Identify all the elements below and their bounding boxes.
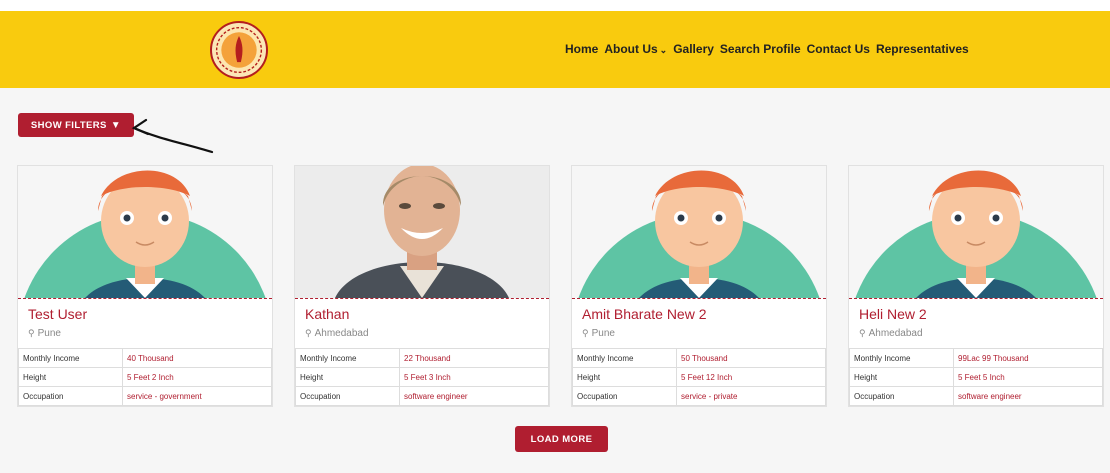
nav-gallery[interactable]: Gallery [673,42,714,56]
nav-search-profile[interactable]: Search Profile [720,42,801,56]
avatar-illustration [18,166,272,298]
profile-details-table: Monthly Income 99Lac 99 Thousand Height 5 … [849,348,1103,406]
profile-card[interactable]: Heli New 2 ⚲ Ahmedabad Monthly Income 99La… [848,165,1104,407]
occupation-value: service - government [122,386,272,406]
height-value: 5 Feet 5 Inch [953,367,1103,387]
profile-location: ⚲ Ahmedabad [859,328,1103,339]
occupation-value: software engineer [399,386,549,406]
show-filters-label: SHOW FILTERS [30,119,107,131]
location-pin-icon: ⚲ [305,328,312,338]
occupation-label: Occupation [849,386,954,406]
smiling-man-photo [295,166,549,298]
profile-details-table: Monthly Income 40 Thousand Height 5 Feet 2… [18,348,272,406]
main-nav: Home About Us ⌄ Gallery Search Profile Co… [565,42,969,56]
income-value: 99Lac 99 Thousand [953,348,1103,368]
site-header: Home About Us ⌄ Gallery Search Profile Co… [0,11,1110,88]
nav-contact-us[interactable]: Contact Us [807,42,870,56]
income-label: Monthly Income [849,348,954,368]
chevron-down-icon: ⌄ [659,45,668,55]
avatar-illustration [849,166,1103,298]
income-value: 22 Thousand [399,348,549,368]
card-divider [849,298,1103,299]
profile-location: ⚲ Ahmedabad [305,328,549,339]
profile-name[interactable]: Heli New 2 [859,306,1103,322]
show-filters-button[interactable]: SHOW FILTERS ▼ [18,113,134,137]
avatar-illustration [572,166,826,298]
profile-city: Pune [591,328,615,339]
location-pin-icon: ⚲ [28,328,35,338]
income-label: Monthly Income [18,348,123,368]
occupation-value: software engineer [953,386,1103,406]
height-value: 5 Feet 3 Inch [399,367,549,387]
height-label: Height [295,367,400,387]
profile-card[interactable]: Test User ⚲ Pune Monthly Income 40 Thousan… [17,165,273,407]
profile-name[interactable]: Kathan [305,306,549,322]
profile-card[interactable]: Amit Bharate New 2 ⚲ Pune Monthly Income 5… [571,165,827,407]
occupation-label: Occupation [295,386,400,406]
income-label: Monthly Income [295,348,400,368]
card-divider [295,298,549,299]
height-label: Height [18,367,123,387]
profile-location: ⚲ Pune [28,328,272,339]
profile-city: Pune [37,328,61,339]
load-more-label: LOAD MORE [530,433,593,445]
occupation-value: service - private [676,386,826,406]
profile-card[interactable]: Kathan ⚲ Ahmedabad Monthly Income 22 Thous… [294,165,550,407]
occupation-label: Occupation [572,386,677,406]
height-label: Height [572,367,677,387]
location-pin-icon: ⚲ [859,328,866,338]
profile-location: ⚲ Pune [582,328,826,339]
profile-city: Ahmedabad [314,328,369,339]
nav-representatives[interactable]: Representatives [876,42,969,56]
profile-name[interactable]: Amit Bharate New 2 [582,306,826,322]
height-label: Height [849,367,954,387]
occupation-label: Occupation [18,386,123,406]
filter-icon: ▼ [110,119,122,131]
card-divider [572,298,826,299]
profile-name[interactable]: Test User [28,306,272,322]
nav-about-us-label: About Us [604,42,658,56]
profile-details-table: Monthly Income 22 Thousand Height 5 Feet 3… [295,348,549,406]
location-pin-icon: ⚲ [582,328,589,338]
nav-about-us[interactable]: About Us ⌄ [604,42,667,56]
site-logo[interactable] [210,21,268,79]
load-more-button[interactable]: LOAD MORE [515,426,608,452]
height-value: 5 Feet 12 Inch [676,367,826,387]
annotation-arrow [131,118,214,154]
income-value: 50 Thousand [676,348,826,368]
card-divider [18,298,272,299]
top-strip [0,0,1110,11]
height-value: 5 Feet 2 Inch [122,367,272,387]
income-value: 40 Thousand [122,348,272,368]
profile-city: Ahmedabad [868,328,923,339]
income-label: Monthly Income [572,348,677,368]
profile-details-table: Monthly Income 50 Thousand Height 5 Feet 1… [572,348,826,406]
nav-home[interactable]: Home [565,42,598,56]
